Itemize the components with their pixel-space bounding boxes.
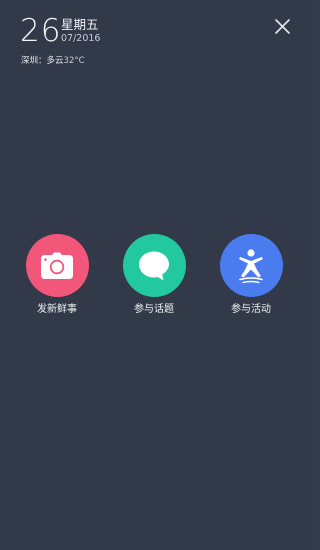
join-activity-label: 参与活动 (231, 304, 271, 315)
close-button[interactable] (270, 14, 294, 38)
post-news-circle[interactable] (25, 234, 89, 297)
join-topic-label: 参与话题 (134, 304, 174, 315)
post-menu-screen: 26 星期五 07/2016 深圳：多云32°C 发新鲜事 参与话题 参与活动 (0, 0, 309, 550)
date-month-year: 07/2016 (61, 33, 101, 44)
weather-location: 深圳：多云 (21, 56, 64, 66)
person-activity-icon (239, 248, 263, 283)
join-activity-button[interactable]: 参与活动 (211, 234, 291, 316)
speech-bubble-icon (139, 251, 169, 280)
date-day: 26 (20, 13, 62, 49)
join-topic-circle[interactable] (122, 234, 186, 297)
weather-info: 深圳：多云32°C (21, 56, 85, 67)
weather-temperature: 32°C (63, 56, 85, 66)
camera-icon (41, 252, 73, 279)
join-topic-button[interactable]: 参与话题 (114, 234, 194, 316)
post-news-button[interactable]: 发新鲜事 (17, 234, 97, 316)
join-activity-circle[interactable] (219, 234, 283, 297)
post-news-label: 发新鲜事 (37, 304, 77, 315)
close-icon (275, 19, 290, 34)
date-weekday: 星期五 (61, 17, 99, 32)
